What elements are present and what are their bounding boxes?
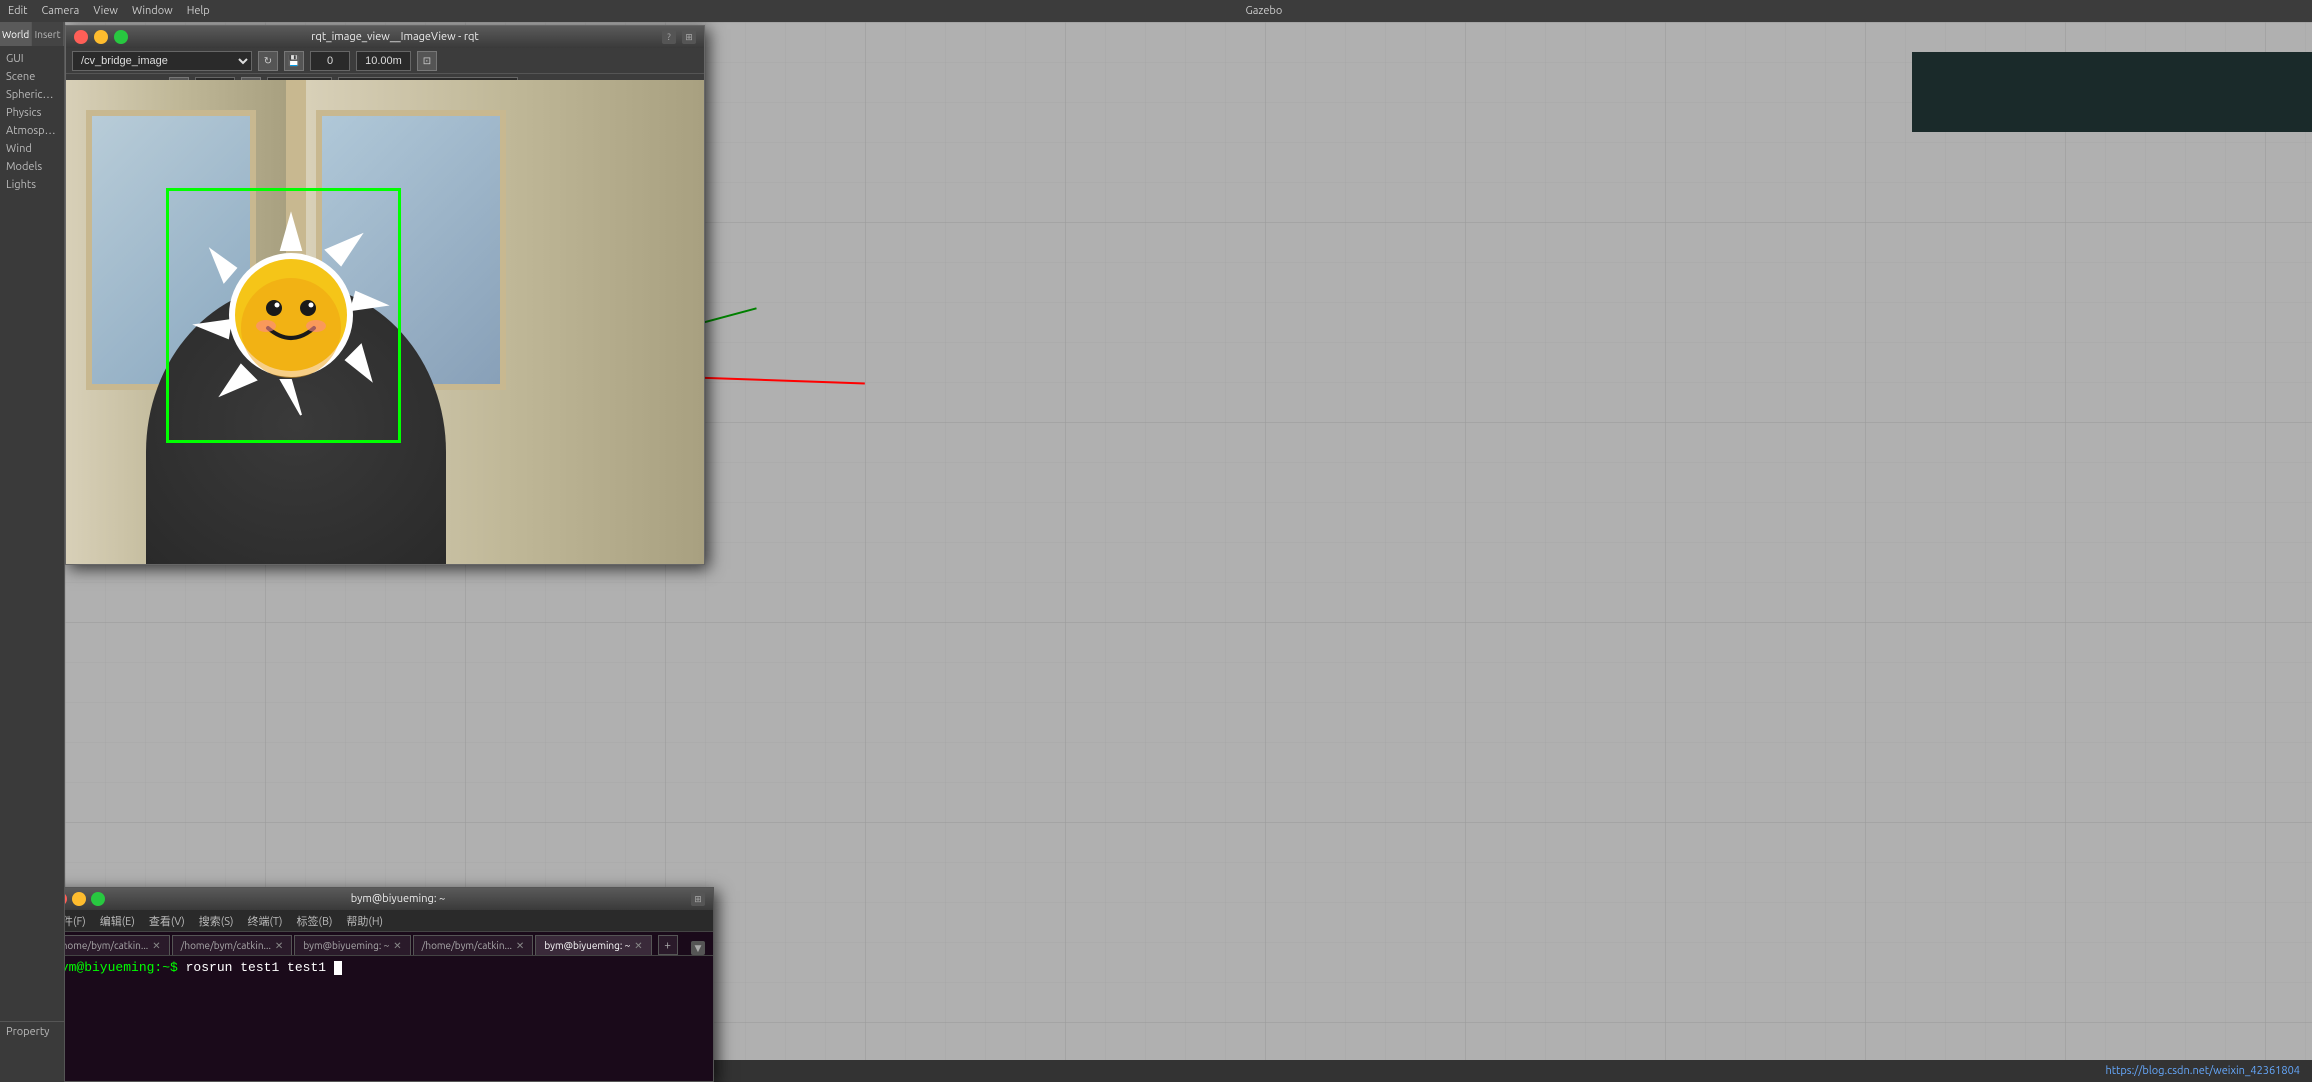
image-view-titlebar: rqt_image_view__ImageView - rqt ? ⊞	[66, 26, 704, 48]
sidebar-item-physics[interactable]: Physics	[0, 104, 64, 122]
sidebar-item-gui[interactable]: GUI	[0, 50, 64, 68]
terminal-titlebar: bym@biyueming: ~ ⊞	[45, 888, 713, 910]
terminal-maximize-button[interactable]	[91, 892, 105, 906]
menu-help[interactable]: 帮助(H)	[346, 913, 383, 929]
menu-terminal[interactable]: 终端(T)	[247, 913, 282, 929]
detach-icon[interactable]: ⊞	[682, 30, 696, 44]
zoom-text-input[interactable]	[356, 51, 411, 71]
refresh-button[interactable]: ↻	[258, 51, 278, 71]
term-tab-1[interactable]: /home/bym/catkin... ✕	[49, 935, 170, 955]
terminal-menubar: 文件(F) 编辑(E) 查看(V) 搜索(S) 终端(T) 标签(B) 帮助(H…	[45, 910, 713, 932]
sidebar-item-spherical[interactable]: Spherical Co	[0, 86, 64, 104]
sidebar-item-scene[interactable]: Scene	[0, 68, 64, 86]
menu-view[interactable]: 查看(V)	[149, 913, 185, 929]
camera-image-area	[66, 80, 704, 564]
save-button[interactable]: 💾	[284, 51, 304, 71]
sidebar-tab-insert[interactable]: Insert	[32, 22, 64, 46]
close-button[interactable]	[74, 30, 88, 44]
gazebo-menu-camera[interactable]: Camera	[42, 5, 80, 17]
gazebo-menu-edit[interactable]: Edit	[8, 5, 28, 17]
fit-button[interactable]: ⊡	[417, 51, 437, 71]
menu-edit[interactable]: 编辑(E)	[100, 913, 135, 929]
tab-close-5[interactable]: ✕	[634, 940, 642, 952]
gazebo-menu-window[interactable]: Window	[132, 5, 173, 17]
terminal-minimize-button[interactable]	[72, 892, 86, 906]
new-tab-button[interactable]: +	[658, 935, 678, 955]
menu-search[interactable]: 搜索(S)	[199, 913, 234, 929]
property-label: Property	[0, 1021, 64, 1042]
menu-tabs[interactable]: 标签(B)	[297, 913, 333, 929]
terminal-window: bym@biyueming: ~ ⊞ 文件(F) 编辑(E) 查看(V) 搜索(…	[44, 887, 714, 1082]
detection-bounding-box	[166, 188, 401, 443]
terminal-command: rosrun test1 test1	[186, 960, 334, 975]
left-sidebar: World Insert GUI Scene Spherical Co Phys…	[0, 22, 65, 1082]
gazebo-menu-help[interactable]: Help	[187, 5, 210, 17]
gazebo-title: Gazebo	[224, 5, 2304, 17]
sidebar-item-lights[interactable]: Lights	[0, 176, 64, 194]
minimize-button[interactable]	[94, 30, 108, 44]
term-tab-2[interactable]: /home/bym/catkin... ✕	[172, 935, 293, 955]
sidebar-item-atmosphere[interactable]: Atmosphere	[0, 122, 64, 140]
image-view-title: rqt_image_view__ImageView - rqt	[134, 31, 656, 43]
image-view-window: rqt_image_view__ImageView - rqt ? ⊞ /cv_…	[65, 25, 705, 565]
terminal-extra-btn[interactable]: ⊞	[691, 892, 705, 906]
terminal-cursor	[334, 961, 342, 975]
sidebar-tabs: World Insert	[0, 22, 64, 46]
tab-close-4[interactable]: ✕	[516, 940, 524, 952]
zoom-input[interactable]	[310, 51, 350, 71]
terminal-content[interactable]: bym@biyueming:~$ rosrun test1 test1	[45, 956, 713, 1059]
sidebar-items: GUI Scene Spherical Co Physics Atmospher…	[0, 46, 64, 198]
maximize-button[interactable]	[114, 30, 128, 44]
tab-options-button[interactable]: ▼	[691, 941, 705, 955]
topic-select[interactable]: /cv_bridge_image	[72, 51, 252, 71]
sidebar-tab-world[interactable]: World	[0, 22, 32, 46]
terminal-title: bym@biyueming: ~	[110, 893, 686, 905]
terminal-prompt: bym@biyueming:~$	[53, 960, 186, 975]
term-tab-5[interactable]: bym@biyueming: ~ ✕	[535, 935, 651, 955]
gazebo-titlebar: Edit Camera View Window Help Gazebo	[0, 0, 2312, 22]
term-tab-3[interactable]: bym@biyueming: ~ ✕	[294, 935, 410, 955]
term-tab-4[interactable]: /home/bym/catkin... ✕	[413, 935, 534, 955]
tab-close-1[interactable]: ✕	[152, 940, 160, 952]
sidebar-item-wind[interactable]: Wind	[0, 140, 64, 158]
help-icon[interactable]: ?	[662, 30, 676, 44]
tab-close-2[interactable]: ✕	[275, 940, 283, 952]
image-view-toolbar-1: /cv_bridge_image ↻ 💾 ⊡	[66, 48, 704, 74]
gazebo-menu-view[interactable]: View	[93, 5, 118, 17]
dark-shape-top-right	[1912, 52, 2312, 132]
tab-close-3[interactable]: ✕	[393, 940, 401, 952]
status-url[interactable]: https://blog.csdn.net/weixin_42361804	[2105, 1065, 2300, 1077]
sidebar-item-models[interactable]: Models	[0, 158, 64, 176]
terminal-tabs: /home/bym/catkin... ✕ /home/bym/catkin..…	[45, 932, 713, 956]
